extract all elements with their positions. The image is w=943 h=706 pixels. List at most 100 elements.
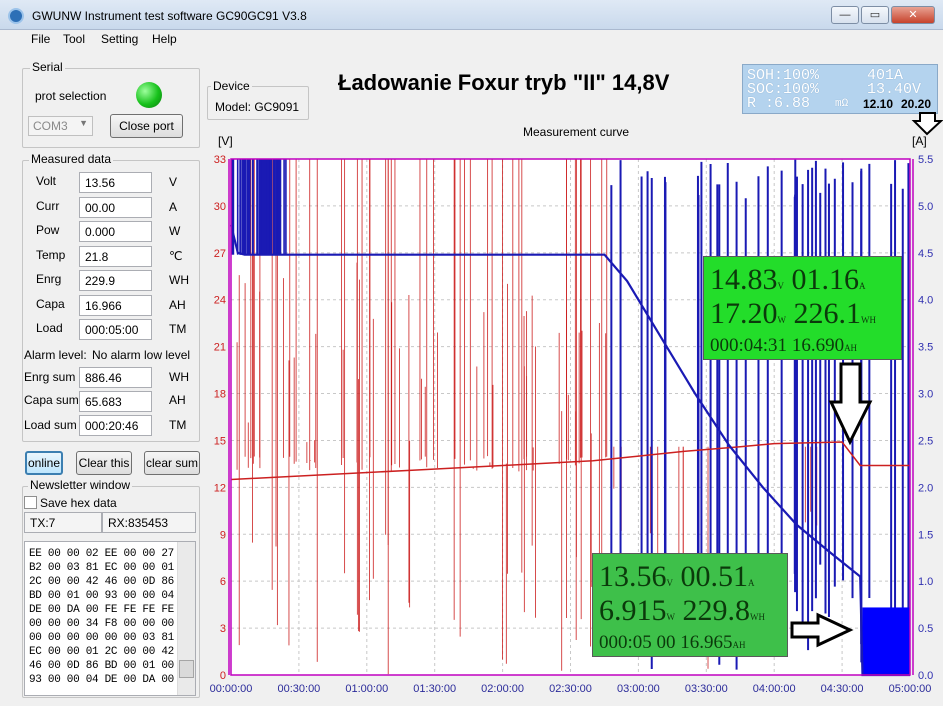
lcd-resistance: R :6.88 xyxy=(747,95,811,112)
title-bar: GWUNW Instrument test software GC90GC91 … xyxy=(0,0,943,30)
reading2-current: 00.51 xyxy=(680,560,749,593)
y-right-tick-label: 5.0 xyxy=(918,201,933,213)
reading2-capacity: 16.965 xyxy=(680,632,733,653)
reading1-voltage-unit: V xyxy=(777,281,785,291)
device-group-label: Device xyxy=(211,79,252,93)
y-left-unit: [V] xyxy=(218,134,233,148)
clear-sum-button[interactable]: clear sum xyxy=(144,451,200,475)
y-left-tick-label: 0 xyxy=(220,670,226,682)
reading2-energy-unit: WH xyxy=(750,612,765,622)
reading1-time: 000:04:31 xyxy=(710,335,788,356)
close-button[interactable]: ✕ xyxy=(891,6,935,24)
y-left-tick-label: 24 xyxy=(214,295,226,307)
arrow-right-icon xyxy=(790,612,854,648)
chevron-down-icon: ▼ xyxy=(79,118,88,128)
hex-log[interactable]: EE 00 00 02 EE 00 00 27 B2 00 03 81 EC 0… xyxy=(24,541,196,696)
chart-noise-spikes xyxy=(230,159,910,675)
load-sum-label: Load sum xyxy=(24,418,77,432)
minimize-button[interactable]: — xyxy=(831,6,859,24)
lcd-voltage: 13.40V xyxy=(867,81,922,98)
y-right-tick-label: 3.0 xyxy=(918,389,933,401)
y-right-tick-label: 5.5 xyxy=(918,154,933,166)
y-right-tick-label: 0.5 xyxy=(918,623,933,635)
lcd-resistance-unit: mΩ xyxy=(835,98,849,110)
chart-grid xyxy=(230,158,911,676)
y-left-tick-label: 3 xyxy=(220,623,226,635)
enrg-sum-unit: WH xyxy=(169,370,189,384)
x-tick-label: 01:00:00 xyxy=(345,683,388,695)
save-hex-checkbox[interactable] xyxy=(24,496,37,509)
load-sum-field: 000:20:46 xyxy=(79,415,152,436)
pow-label: Pow xyxy=(36,223,60,237)
y-left-tick-label: 30 xyxy=(214,201,226,213)
close-port-button[interactable]: Close port xyxy=(110,114,183,138)
menu-bar: File Tool Setting Help xyxy=(0,30,943,48)
prot-selection-label: prot selection xyxy=(35,89,107,103)
volt-unit: V xyxy=(169,175,178,189)
capa-label: Capa xyxy=(36,297,65,311)
port-select[interactable]: COM3 ▼ xyxy=(28,116,93,136)
chart-frame xyxy=(228,158,914,676)
load-sum-unit: TM xyxy=(169,418,187,432)
alarm-label: Alarm level: xyxy=(24,348,87,362)
y-right-tick-label: 4.5 xyxy=(918,248,933,260)
y-right-tick-label: 2.5 xyxy=(918,435,933,447)
scroll-thumb[interactable] xyxy=(179,660,194,678)
enrg-field: 229.9 xyxy=(79,270,152,291)
menu-file[interactable]: File xyxy=(31,32,50,46)
menu-setting[interactable]: Setting xyxy=(101,32,138,46)
temp-field: 21.8 xyxy=(79,246,152,267)
y-left-tick-label: 21 xyxy=(214,342,226,354)
reading2-time: 000:05 00 xyxy=(599,632,676,653)
y-right-tick-label: 3.5 xyxy=(918,342,933,354)
rx-counter: RX:835453 xyxy=(102,512,196,533)
pow-unit: W xyxy=(169,224,181,238)
y-right-tick-label: 4.0 xyxy=(918,295,933,307)
reading1-current-unit: A xyxy=(859,281,866,291)
reading1-voltage: 14.83 xyxy=(710,263,778,296)
online-button[interactable]: online xyxy=(25,451,63,475)
annotation-headline: Ładowanie Foxur tryb "II" 14,8V xyxy=(338,70,670,95)
app-logo-icon xyxy=(8,8,24,24)
load-unit: TM xyxy=(169,322,187,336)
arrow-down-top-icon xyxy=(911,112,943,136)
serial-group-label: Serial xyxy=(30,60,65,74)
reading2-current-unit: A xyxy=(748,578,755,588)
y-left-tick-label: 6 xyxy=(220,576,226,588)
battery-lcd-panel: SOH:100% 401A SOC:100% 13.40V R :6.88 mΩ… xyxy=(742,64,938,114)
arrow-down-mid-icon xyxy=(828,362,873,446)
y-left-tick-label: 9 xyxy=(220,529,226,541)
x-tick-label: 04:30:00 xyxy=(821,683,864,695)
hex-line: EC 00 00 01 2C 00 00 42 xyxy=(29,646,174,658)
x-tick-label: 00:00:00 xyxy=(210,683,253,695)
y-left-tick-label: 18 xyxy=(214,389,226,401)
reading1-capacity-unit: AH xyxy=(844,343,858,353)
enrg-sum-label: Enrg sum xyxy=(24,370,76,384)
reading2-capacity-unit: AH xyxy=(732,640,746,650)
reading1-power-unit: W xyxy=(777,315,787,325)
clear-this-button[interactable]: Clear this xyxy=(76,451,132,475)
enrg-unit: WH xyxy=(169,273,189,287)
hex-line: B2 00 03 81 EC 00 00 01 xyxy=(29,562,174,574)
y-right-tick-label: 1.0 xyxy=(918,576,933,588)
reading1-current: 01.16 xyxy=(791,263,860,296)
hex-line: EE 00 00 02 EE 00 00 27 xyxy=(29,548,174,560)
maximize-button[interactable]: ▭ xyxy=(861,6,889,24)
reading1-energy-unit: WH xyxy=(861,315,876,325)
curr-label: Curr xyxy=(36,199,60,213)
reading-overlay-2: 13.56V 00.51A 6.915W 229.8WH 000:05 00 1… xyxy=(592,553,788,657)
measured-group-label: Measured data xyxy=(29,152,114,166)
reading2-power: 6.915 xyxy=(599,594,667,627)
reading2-power-unit: W xyxy=(666,612,676,622)
hex-line: 00 00 00 00 00 00 03 81 xyxy=(29,632,174,644)
lcd-bold-right: 20.20 xyxy=(901,97,932,111)
annotation-arrows xyxy=(790,112,943,648)
menu-help[interactable]: Help xyxy=(152,32,177,46)
port-select-value: COM3 xyxy=(33,119,68,133)
hex-log-scrollbar[interactable] xyxy=(177,542,195,695)
menu-tool[interactable]: Tool xyxy=(63,32,85,46)
x-tick-label: 03:30:00 xyxy=(685,683,728,695)
enrg-sum-field: 886.46 xyxy=(79,367,152,388)
curr-field: 00.00 xyxy=(79,197,152,218)
reading1-energy: 226.1 xyxy=(793,297,862,330)
